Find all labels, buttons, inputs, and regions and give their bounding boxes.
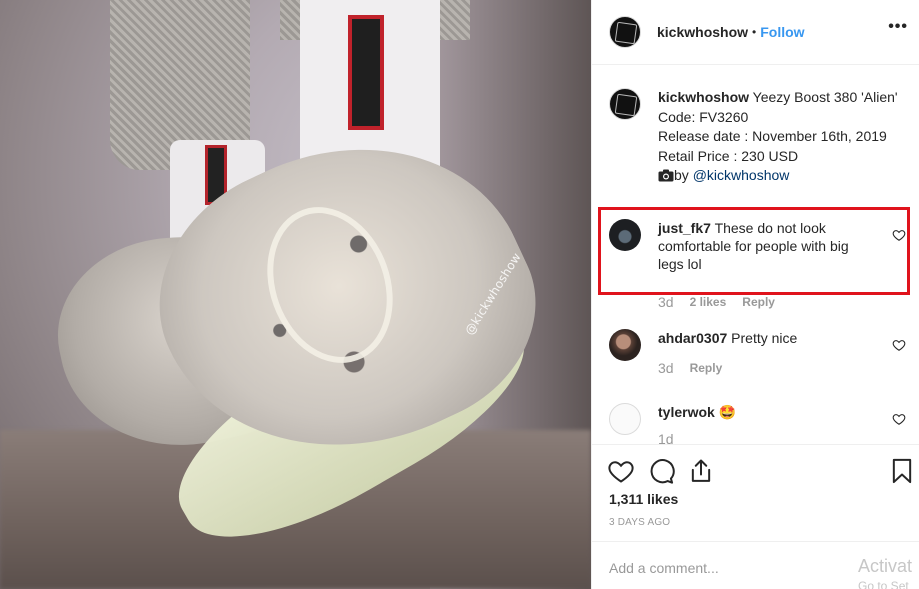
reply-button[interactable]: Reply	[742, 293, 775, 311]
heart-icon[interactable]	[892, 228, 906, 242]
heart-icon[interactable]	[892, 338, 906, 352]
post-header: kickwhoshow • Follow •••	[592, 0, 919, 65]
comment-body: ahdar0307 Pretty nice 3d Reply	[658, 329, 878, 377]
caption-line2: Code: FV3260	[658, 108, 749, 125]
list-item: 3d 2 likes Reply	[609, 293, 909, 311]
comment-username[interactable]: ahdar0307	[658, 330, 727, 346]
caption-avatar[interactable]	[609, 88, 641, 120]
comment-meta-row: 3d 2 likes Reply	[658, 293, 878, 311]
post-actions: 1,311 likes 3 DAYS AGO	[592, 444, 919, 541]
caption-username[interactable]: kickwhoshow	[658, 89, 749, 105]
reply-button[interactable]: Reply	[690, 359, 723, 377]
heart-icon[interactable]	[607, 457, 635, 485]
caption-credit: by @kickwhoshow	[658, 166, 898, 186]
avatar[interactable]	[609, 16, 641, 48]
follow-button[interactable]: Follow	[760, 24, 804, 40]
avatar[interactable]	[609, 403, 641, 435]
camera-icon	[658, 169, 674, 182]
comment-username[interactable]: just_fk7	[658, 220, 711, 236]
comment-username[interactable]: tylerwok	[658, 404, 715, 420]
comment-text: 🤩	[718, 404, 737, 420]
more-options-icon[interactable]: •••	[888, 19, 908, 35]
post-date[interactable]: 3 DAYS AGO	[609, 517, 670, 528]
comment-icon[interactable]	[647, 457, 675, 485]
comment-time[interactable]: 3d	[658, 293, 674, 311]
header-separator: •	[752, 25, 757, 39]
comments-area[interactable]: kickwhoshow Yeezy Boost 380 'Alien' Code…	[592, 65, 919, 444]
caption-credit-handle[interactable]: @kickwhoshow	[693, 167, 790, 183]
caption-line4: Retail Price : 230 USD	[658, 147, 799, 164]
comment-body: just_fk7 These do not look comfortable f…	[658, 219, 878, 273]
likes-count[interactable]: 1,311 likes	[609, 491, 678, 507]
os-activation-watermark: Activat	[858, 556, 913, 576]
comment-time[interactable]: 3d	[658, 359, 674, 377]
comment-meta: 3d Reply	[658, 359, 878, 377]
caption-credit-prefix: by	[674, 167, 689, 183]
comment-likes[interactable]: 2 likes	[690, 293, 727, 311]
avatar[interactable]	[609, 329, 641, 361]
comment-body: tylerwok 🤩 1d	[658, 403, 878, 444]
post-caption: kickwhoshow Yeezy Boost 380 'Alien' Code…	[609, 88, 909, 229]
share-icon[interactable]	[687, 457, 715, 485]
os-activation-watermark-sub: Go to Set	[858, 579, 909, 589]
comment-input[interactable]: Add a comment...	[609, 560, 719, 576]
post-photo[interactable]: @kickwhoshow	[0, 0, 591, 589]
comment-text: Pretty nice	[731, 330, 798, 346]
caption-line1: Yeezy Boost 380 'Alien'	[752, 89, 898, 105]
header-username[interactable]: kickwhoshow	[657, 24, 748, 40]
post-side-panel: kickwhoshow • Follow ••• kickwhoshow Yee…	[591, 0, 919, 589]
comment-time[interactable]: 1d	[658, 430, 674, 444]
heart-icon[interactable]	[892, 412, 906, 426]
avatar[interactable]	[609, 219, 641, 251]
list-item: ahdar0307 Pretty nice 3d Reply	[609, 329, 909, 377]
bookmark-icon[interactable]	[888, 457, 916, 485]
caption-line3: Release date : November 16th, 2019	[658, 128, 887, 144]
list-item: just_fk7 These do not look comfortable f…	[609, 219, 909, 273]
comment-meta: 3d 2 likes Reply	[658, 293, 878, 311]
comment-meta: 1d	[658, 430, 878, 444]
list-item: tylerwok 🤩 1d	[609, 403, 909, 444]
caption-text: kickwhoshow Yeezy Boost 380 'Alien' Code…	[658, 88, 898, 186]
